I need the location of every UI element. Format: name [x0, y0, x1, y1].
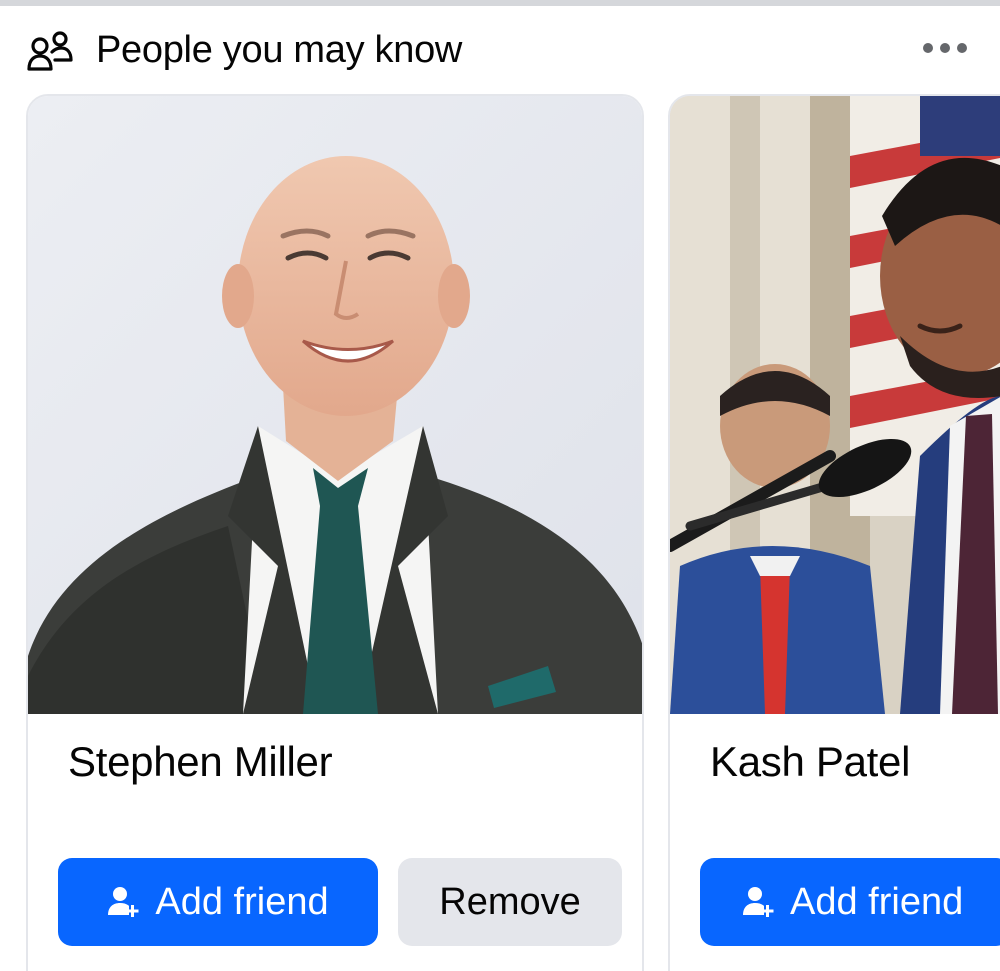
- suggestion-name[interactable]: Kash Patel: [710, 736, 910, 788]
- add-friend-button[interactable]: Add friend: [700, 858, 1000, 946]
- people-icon: [26, 30, 74, 74]
- add-friend-label: Add friend: [790, 880, 964, 923]
- more-dot: [957, 43, 967, 53]
- add-friend-label: Add friend: [155, 880, 329, 923]
- suggestion-card[interactable]: Stephen Miller Add friend Remove: [26, 94, 644, 971]
- profile-photo[interactable]: [28, 96, 642, 714]
- add-friend-button[interactable]: Add friend: [58, 858, 378, 946]
- section-header: People you may know: [0, 6, 1000, 92]
- profile-photo[interactable]: [670, 96, 1000, 714]
- more-options-button[interactable]: [916, 32, 974, 64]
- remove-button[interactable]: Remove: [398, 858, 622, 946]
- add-person-icon: [742, 885, 776, 919]
- add-person-icon: [107, 885, 141, 919]
- suggestion-name[interactable]: Stephen Miller: [68, 736, 333, 788]
- people-you-may-know-section: People you may know Stephen Miller Add f…: [0, 0, 1000, 971]
- more-dot: [940, 43, 950, 53]
- suggestions-carousel[interactable]: Stephen Miller Add friend Remove Kash Pa…: [0, 92, 1000, 971]
- section-title: People you may know: [96, 29, 463, 71]
- suggestion-card[interactable]: Kash Patel Add friend: [668, 94, 1000, 971]
- more-horizontal-icon: [923, 43, 933, 53]
